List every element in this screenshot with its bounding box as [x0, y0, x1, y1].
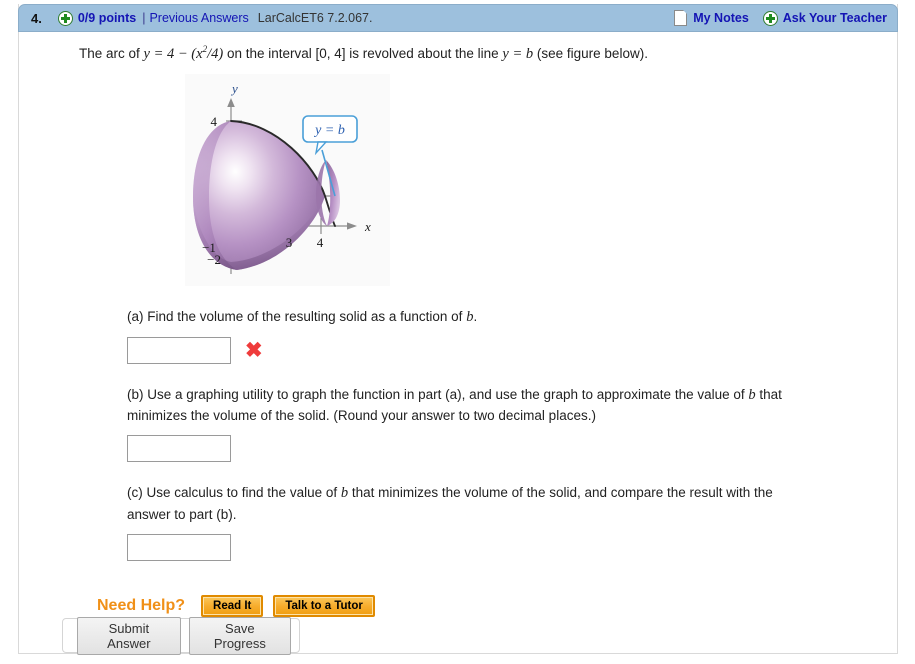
save-progress-button[interactable]: Save Progress: [188, 616, 291, 655]
svg-text:4: 4: [211, 114, 218, 129]
question-header-bar: 4. 0/9 points | Previous Answers LarCalc…: [18, 4, 898, 32]
part-b-text: (b) Use a graphing utility to graph the …: [127, 384, 889, 427]
need-help-label: Need Help?: [97, 596, 186, 614]
part-c-answer-row: [127, 533, 897, 561]
talk-to-a-tutor-button[interactable]: Talk to a Tutor: [273, 594, 375, 617]
header-right-group: My Notes Ask Your Teacher: [674, 10, 887, 26]
ask-your-teacher-link[interactable]: Ask Your Teacher: [783, 11, 887, 25]
part-b-line2: minimizes the volume of the solid. (Roun…: [127, 408, 596, 424]
part-b-answer-input[interactable]: [127, 435, 231, 463]
header-left-group: 4. 0/9 points | Previous Answers LarCalc…: [31, 10, 674, 26]
points-label: 0/9 points: [77, 11, 137, 25]
question-prompt: The arc of y = 4 − (x2/4) on the interva…: [79, 43, 897, 64]
prompt-equation-1: y = 4 − (x2/4): [143, 44, 224, 62]
question-content: The arc of y = 4 − (x2/4) on the interva…: [19, 32, 897, 617]
part-c-line1-after: that minimizes the volume of the solid, …: [348, 485, 773, 501]
prompt-equation-2: y = b: [502, 45, 534, 62]
question-id-label: LarCalcET6 7.2.067.: [257, 11, 373, 25]
part-c-line1-before: (c) Use calculus to find the value of: [127, 485, 341, 501]
part-a-answer-row: ✖: [127, 336, 897, 364]
part-a-answer-input[interactable]: [127, 336, 231, 364]
prompt-text-1: The arc of: [79, 45, 140, 61]
part-a-text-before: (a) Find the volume of the resulting sol…: [127, 309, 467, 325]
part-a-text-after: .: [473, 309, 478, 325]
part-c-answer-input[interactable]: [127, 533, 231, 561]
svg-text:x: x: [364, 219, 371, 234]
part-b-answer-row: [127, 435, 897, 463]
part-a-text: (a) Find the volume of the resulting sol…: [127, 306, 889, 328]
svg-text:3: 3: [286, 235, 293, 250]
svg-text:−2: −2: [207, 252, 221, 267]
note-page-icon[interactable]: [674, 10, 688, 26]
solid-of-revolution-figure: y = b y x 4 3 4 −1 −2: [185, 74, 390, 287]
svg-text:y: y: [230, 81, 238, 96]
plus-circle-icon[interactable]: [57, 10, 73, 26]
part-b-line1-after: that: [755, 386, 782, 402]
submit-answer-button[interactable]: Submit Answer: [77, 616, 181, 655]
prompt-text-2: on the interval [0, 4] is revolved about…: [226, 45, 499, 61]
svg-text:y = b: y = b: [313, 123, 345, 138]
submission-footer-panel: Submit Answer Save Progress: [62, 616, 300, 655]
prompt-eq1-head: y = 4 − (x: [143, 45, 203, 62]
part-b-variable: b: [748, 386, 756, 403]
part-b-line1-before: (b) Use a graphing utility to graph the …: [127, 386, 749, 402]
incorrect-status-icon: ✖: [245, 338, 263, 362]
svg-text:4: 4: [317, 235, 324, 250]
read-it-button[interactable]: Read It: [201, 594, 264, 617]
header-separator: |: [142, 11, 146, 25]
prompt-eq1-tail: /4): [207, 45, 224, 62]
prompt-text-3: (see figure below).: [536, 45, 648, 61]
plus-circle-icon-teacher[interactable]: [762, 10, 778, 26]
previous-answers-link[interactable]: Previous Answers: [149, 11, 248, 25]
part-c-line2: answer to part (b).: [127, 506, 237, 522]
need-help-section: Need Help? Read It Talk to a Tutor: [97, 594, 897, 617]
question-number: 4.: [31, 10, 42, 26]
part-c-text: (c) Use calculus to find the value of b …: [127, 482, 889, 525]
my-notes-link[interactable]: My Notes: [693, 11, 749, 25]
